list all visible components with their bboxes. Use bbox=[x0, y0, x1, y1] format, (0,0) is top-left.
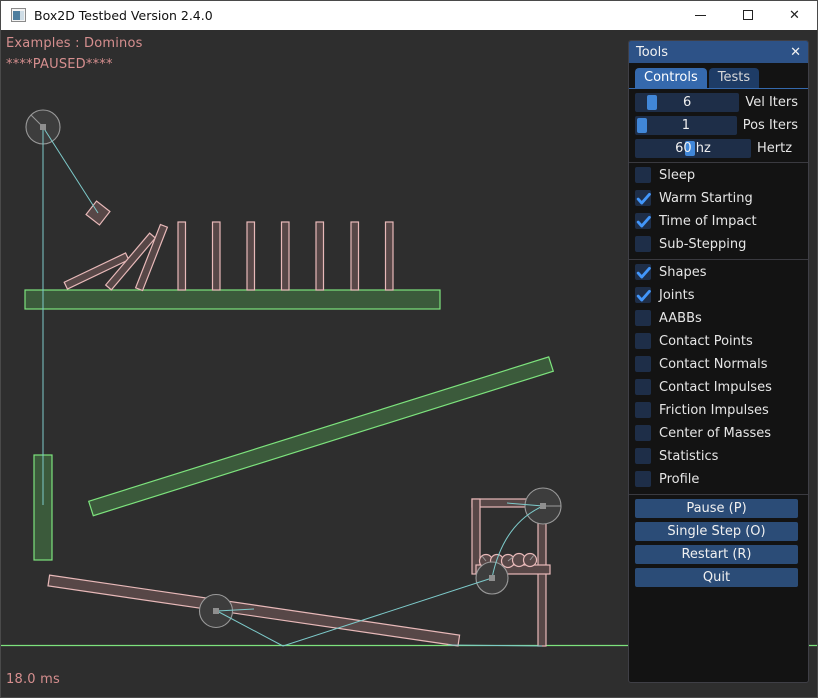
checkbox-row-sub-stepping: Sub-Stepping bbox=[635, 236, 798, 252]
checkbox-row-time-of-impact: Time of Impact bbox=[635, 213, 798, 229]
slider-vel-iters: 6 Vel Iters bbox=[635, 93, 798, 112]
app-icon bbox=[11, 8, 26, 22]
anchor-markers bbox=[40, 124, 546, 614]
checkbox-row-friction-impulses: Friction Impulses bbox=[635, 402, 798, 418]
pos-iters-label: Pos Iters bbox=[743, 118, 798, 133]
checkbox-sub-stepping[interactable] bbox=[635, 236, 651, 252]
checkbox-row-contact-normals: Contact Normals bbox=[635, 356, 798, 372]
single-step-button[interactable]: Single Step (O) bbox=[635, 522, 798, 541]
checkbox-contact-points[interactable] bbox=[635, 333, 651, 349]
quit-button[interactable]: Quit bbox=[635, 568, 798, 587]
vel-iters-slider[interactable]: 6 bbox=[635, 93, 739, 112]
dominos bbox=[64, 222, 393, 291]
checkbox-row-sleep: Sleep bbox=[635, 167, 798, 183]
checkbox-contact-impulses[interactable] bbox=[635, 379, 651, 395]
hertz-label: Hertz bbox=[757, 141, 792, 156]
tab-controls[interactable]: Controls bbox=[635, 68, 707, 88]
paused-label: ****PAUSED**** bbox=[6, 57, 113, 72]
tools-content: 6 Vel Iters 1 Pos Iters 60 hz Hertz Slee… bbox=[629, 89, 808, 587]
checkbox-profile[interactable] bbox=[635, 471, 651, 487]
checkbox-time-of-impact[interactable] bbox=[635, 213, 651, 229]
checkbox-row-joints: Joints bbox=[635, 287, 798, 303]
separator bbox=[629, 162, 808, 163]
checkbox-aabbs[interactable] bbox=[635, 310, 651, 326]
maximize-button[interactable] bbox=[724, 0, 771, 30]
checkbox-row-contact-impulses: Contact Impulses bbox=[635, 379, 798, 395]
minimize-icon bbox=[695, 15, 706, 16]
os-titlebar[interactable]: Box2D Testbed Version 2.4.0 ✕ bbox=[0, 0, 818, 30]
hertz-slider[interactable]: 60 hz bbox=[635, 139, 751, 158]
separator bbox=[629, 259, 808, 260]
checkbox-sleep[interactable] bbox=[635, 167, 651, 183]
checkbox-row-shapes: Shapes bbox=[635, 264, 798, 280]
checkbox-joints[interactable] bbox=[635, 287, 651, 303]
restart-button[interactable]: Restart (R) bbox=[635, 545, 798, 564]
pos-iters-slider[interactable]: 1 bbox=[635, 116, 737, 135]
slider-pos-iters: 1 Pos Iters bbox=[635, 116, 798, 135]
domino-platform bbox=[25, 290, 440, 309]
checkbox-center-of-masses[interactable] bbox=[635, 425, 651, 441]
checkbox-warm-starting[interactable] bbox=[635, 190, 651, 206]
check-icon bbox=[634, 189, 653, 208]
window-controls: ✕ bbox=[677, 0, 818, 30]
tools-title: Tools bbox=[636, 45, 668, 60]
checkbox-shapes[interactable] bbox=[635, 264, 651, 280]
check-icon bbox=[634, 212, 653, 231]
pause-button[interactable]: Pause (P) bbox=[635, 499, 798, 518]
maximize-icon bbox=[743, 10, 753, 20]
close-icon: ✕ bbox=[789, 9, 800, 22]
tools-tabbar: Controls Tests bbox=[629, 63, 808, 89]
check-icon bbox=[634, 263, 653, 282]
checkbox-row-profile: Profile bbox=[635, 471, 798, 487]
vel-iters-label: Vel Iters bbox=[745, 95, 798, 110]
tab-tests[interactable]: Tests bbox=[709, 68, 759, 88]
separator bbox=[629, 494, 808, 495]
window-title: Box2D Testbed Version 2.4.0 bbox=[34, 8, 213, 23]
checkbox-row-statistics: Statistics bbox=[635, 448, 798, 464]
close-button[interactable]: ✕ bbox=[771, 0, 818, 30]
checkbox-row-warm-starting: Warm Starting bbox=[635, 190, 798, 206]
tools-close-icon[interactable]: ✕ bbox=[790, 46, 801, 59]
tools-titlebar[interactable]: Tools ✕ bbox=[629, 41, 808, 63]
example-label: Examples : Dominos bbox=[6, 36, 143, 51]
pivot-circles bbox=[26, 110, 561, 628]
seesaw-plank bbox=[48, 575, 460, 646]
checkbox-row-aabbs: AABBs bbox=[635, 310, 798, 326]
slider-hertz: 60 hz Hertz bbox=[635, 139, 798, 158]
checkbox-row-center-of-masses: Center of Masses bbox=[635, 425, 798, 441]
frame-time-label: 18.0 ms bbox=[6, 672, 60, 687]
checkbox-row-contact-points: Contact Points bbox=[635, 333, 798, 349]
checkbox-contact-normals[interactable] bbox=[635, 356, 651, 372]
tools-panel: Tools ✕ Controls Tests 6 Vel Iters 1 Pos… bbox=[628, 40, 809, 683]
checkbox-friction-impulses[interactable] bbox=[635, 402, 651, 418]
check-icon bbox=[634, 286, 653, 305]
checkbox-statistics[interactable] bbox=[635, 448, 651, 464]
minimize-button[interactable] bbox=[677, 0, 724, 30]
green-ramp bbox=[89, 357, 554, 516]
